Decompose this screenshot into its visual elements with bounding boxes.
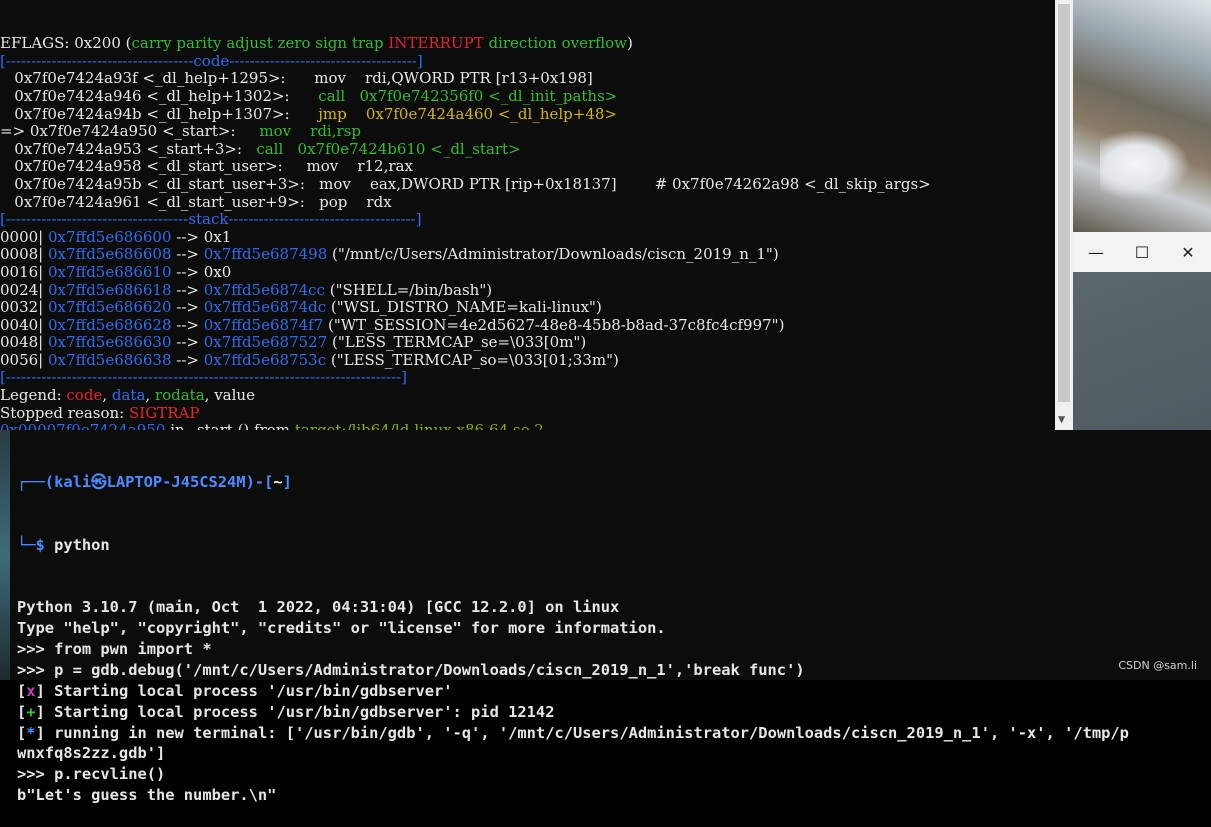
stack-section-header: [------------------------------------sta…	[0, 210, 422, 229]
code-line: 0x7f0e7424a958 <_dl_start_user>: mov r12…	[0, 157, 413, 176]
shell-prompt-command: └─$ python	[17, 535, 110, 554]
stack-line: 0048| 0x7ffd5e686630 --> 0x7ffd5e687527 …	[0, 333, 587, 352]
python-terminal[interactable]: ┌──(kali㉿LAPTOP-J45CS24M)-[~] └─$ python…	[0, 430, 1211, 804]
gdb-terminal[interactable]: EFLAGS: 0x200 (carry parity adjust zero …	[0, 0, 1055, 430]
stack-line: 0000| 0x7ffd5e686600 --> 0x1	[0, 227, 232, 246]
code-section-header: [-------------------------------------co…	[0, 51, 423, 70]
python-output: Python 3.10.7 (main, Oct 1 2022, 04:31:0…	[0, 597, 1211, 806]
python-line: wnxfq8s2zz.gdb']	[17, 744, 166, 763]
python-line: b"Let's guess the number.\n"	[17, 786, 277, 805]
python-line: >>> from pwn import *	[17, 640, 212, 658]
shell-command: python	[54, 535, 110, 554]
maximize-button[interactable]: ☐	[1127, 243, 1157, 262]
eflags-line: EFLAGS: 0x200 (carry parity adjust zero …	[0, 34, 633, 53]
scroll-down-arrow-icon[interactable]: ▼	[1058, 412, 1065, 426]
scrollbar-thumb[interactable]	[1058, 4, 1070, 402]
window-titlebar: — ☐ ✕	[1073, 232, 1211, 272]
prompt-user: kali	[54, 472, 92, 491]
watermark: CSDN @sam.li	[1118, 659, 1197, 672]
gdb-scrollbar[interactable]: ▼	[1055, 0, 1073, 430]
stack-line: 0040| 0x7ffd5e686628 --> 0x7ffd5e6874f7 …	[0, 315, 785, 334]
code-line: => 0x7f0e7424a950 <_start>: mov rdi,rsp	[0, 122, 361, 141]
code-line: 0x7f0e7424a93f <_dl_help+1295>: mov rdi,…	[0, 69, 593, 88]
gdb-output: EFLAGS: 0x200 (carry parity adjust zero …	[0, 34, 1055, 430]
code-line: 0x7f0e7424a953 <_start+3>: call 0x7f0e74…	[0, 139, 521, 158]
python-line: >>> p = gdb.debug('/mnt/c/Users/Administ…	[17, 660, 805, 679]
pwntools-log-line: [*] running in new terminal: ['/usr/bin/…	[17, 723, 1129, 742]
pwntools-log-line: [+] Starting local process '/usr/bin/gdb…	[17, 702, 555, 721]
stack-line: 0016| 0x7ffd5e686610 --> 0x0	[0, 262, 232, 281]
desktop-edge	[0, 430, 10, 680]
wallpaper-snow	[1100, 130, 1190, 200]
code-line: 0x7f0e7424a94b <_dl_help+1307>: jmp 0x7f…	[0, 104, 617, 123]
section-footer-rule: [---------------------------------------…	[0, 368, 408, 387]
location-line: 0x00007f0e7424a950 in _start () from tar…	[0, 421, 1055, 430]
shell-prompt-top: ┌──(kali㉿LAPTOP-J45CS24M)-[~]	[17, 472, 292, 491]
code-line: 0x7f0e7424a95b <_dl_start_user+3>: mov e…	[0, 174, 931, 193]
python-line: Python 3.10.7 (main, Oct 1 2022, 04:31:0…	[17, 598, 620, 617]
python-line: >>> p.recvline()	[17, 765, 166, 784]
code-line: 0x7f0e7424a961 <_dl_start_user+9>: pop r…	[0, 192, 392, 211]
stack-line: 0024| 0x7ffd5e686618 --> 0x7ffd5e6874cc …	[0, 280, 493, 299]
stack-line: 0008| 0x7ffd5e686608 --> 0x7ffd5e687498 …	[0, 245, 779, 264]
legend-line: Legend: code, data, rodata, value	[0, 386, 255, 405]
prompt-dir: ~	[273, 472, 283, 491]
stopped-reason-line: Stopped reason: SIGTRAP	[0, 403, 200, 422]
stack-line: 0032| 0x7ffd5e686620 --> 0x7ffd5e6874dc …	[0, 298, 602, 317]
pwntools-log-line: [x] Starting local process '/usr/bin/gdb…	[17, 681, 453, 700]
stack-line: 0056| 0x7ffd5e686638 --> 0x7ffd5e68753c …	[0, 350, 619, 369]
prompt-host: LAPTOP-J45CS24M	[106, 472, 246, 491]
code-line: 0x7f0e7424a946 <_dl_help+1302>: call 0x7…	[0, 86, 618, 105]
minimize-button[interactable]: —	[1081, 243, 1111, 262]
close-button[interactable]: ✕	[1173, 243, 1203, 262]
python-line: Type "help", "copyright", "credits" or "…	[17, 619, 666, 638]
